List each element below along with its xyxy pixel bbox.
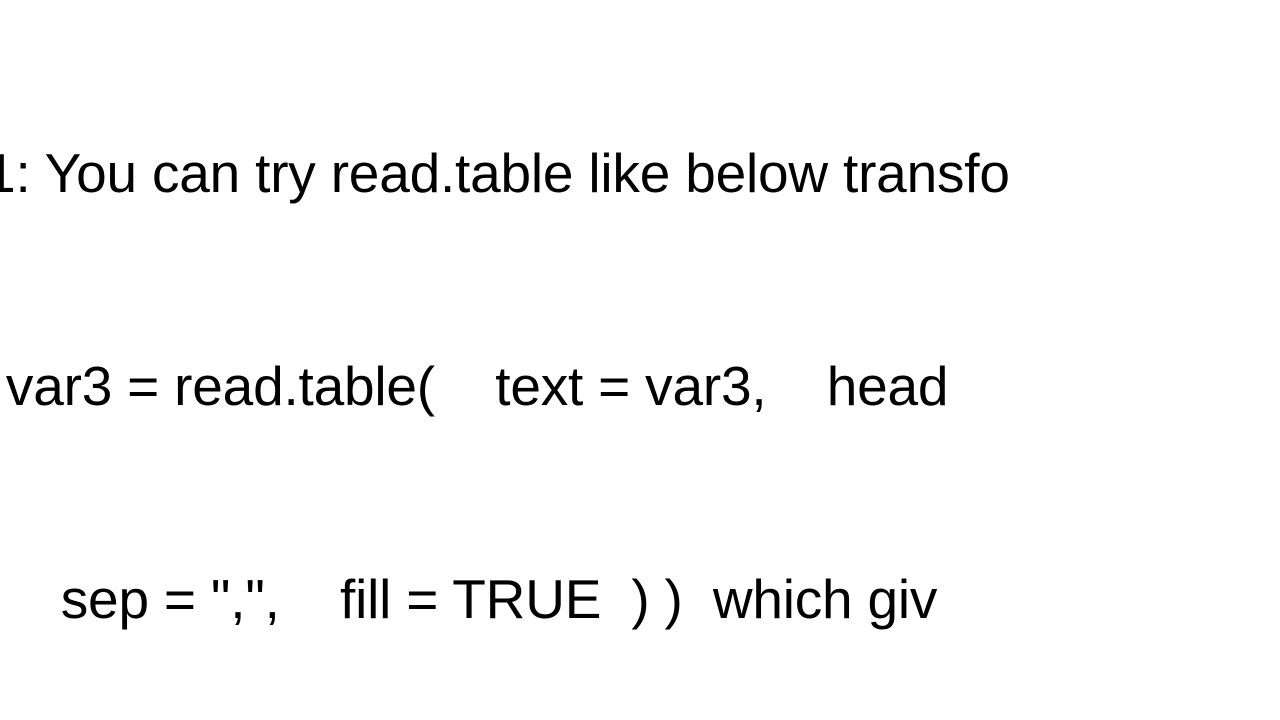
text-line: wer 1: You can try read.table like below… — [0, 142, 1010, 204]
zoomed-text-block: wer 1: You can try read.table like below… — [0, 0, 1280, 720]
text-line: art, var3 = read.table( text = var3, hea… — [5, 355, 949, 417]
text-viewport: wer 1: You can try read.table like below… — [0, 0, 1280, 720]
text-line: LSE, sep = ",", fill = TRUE ) ) which gi… — [0, 568, 938, 630]
